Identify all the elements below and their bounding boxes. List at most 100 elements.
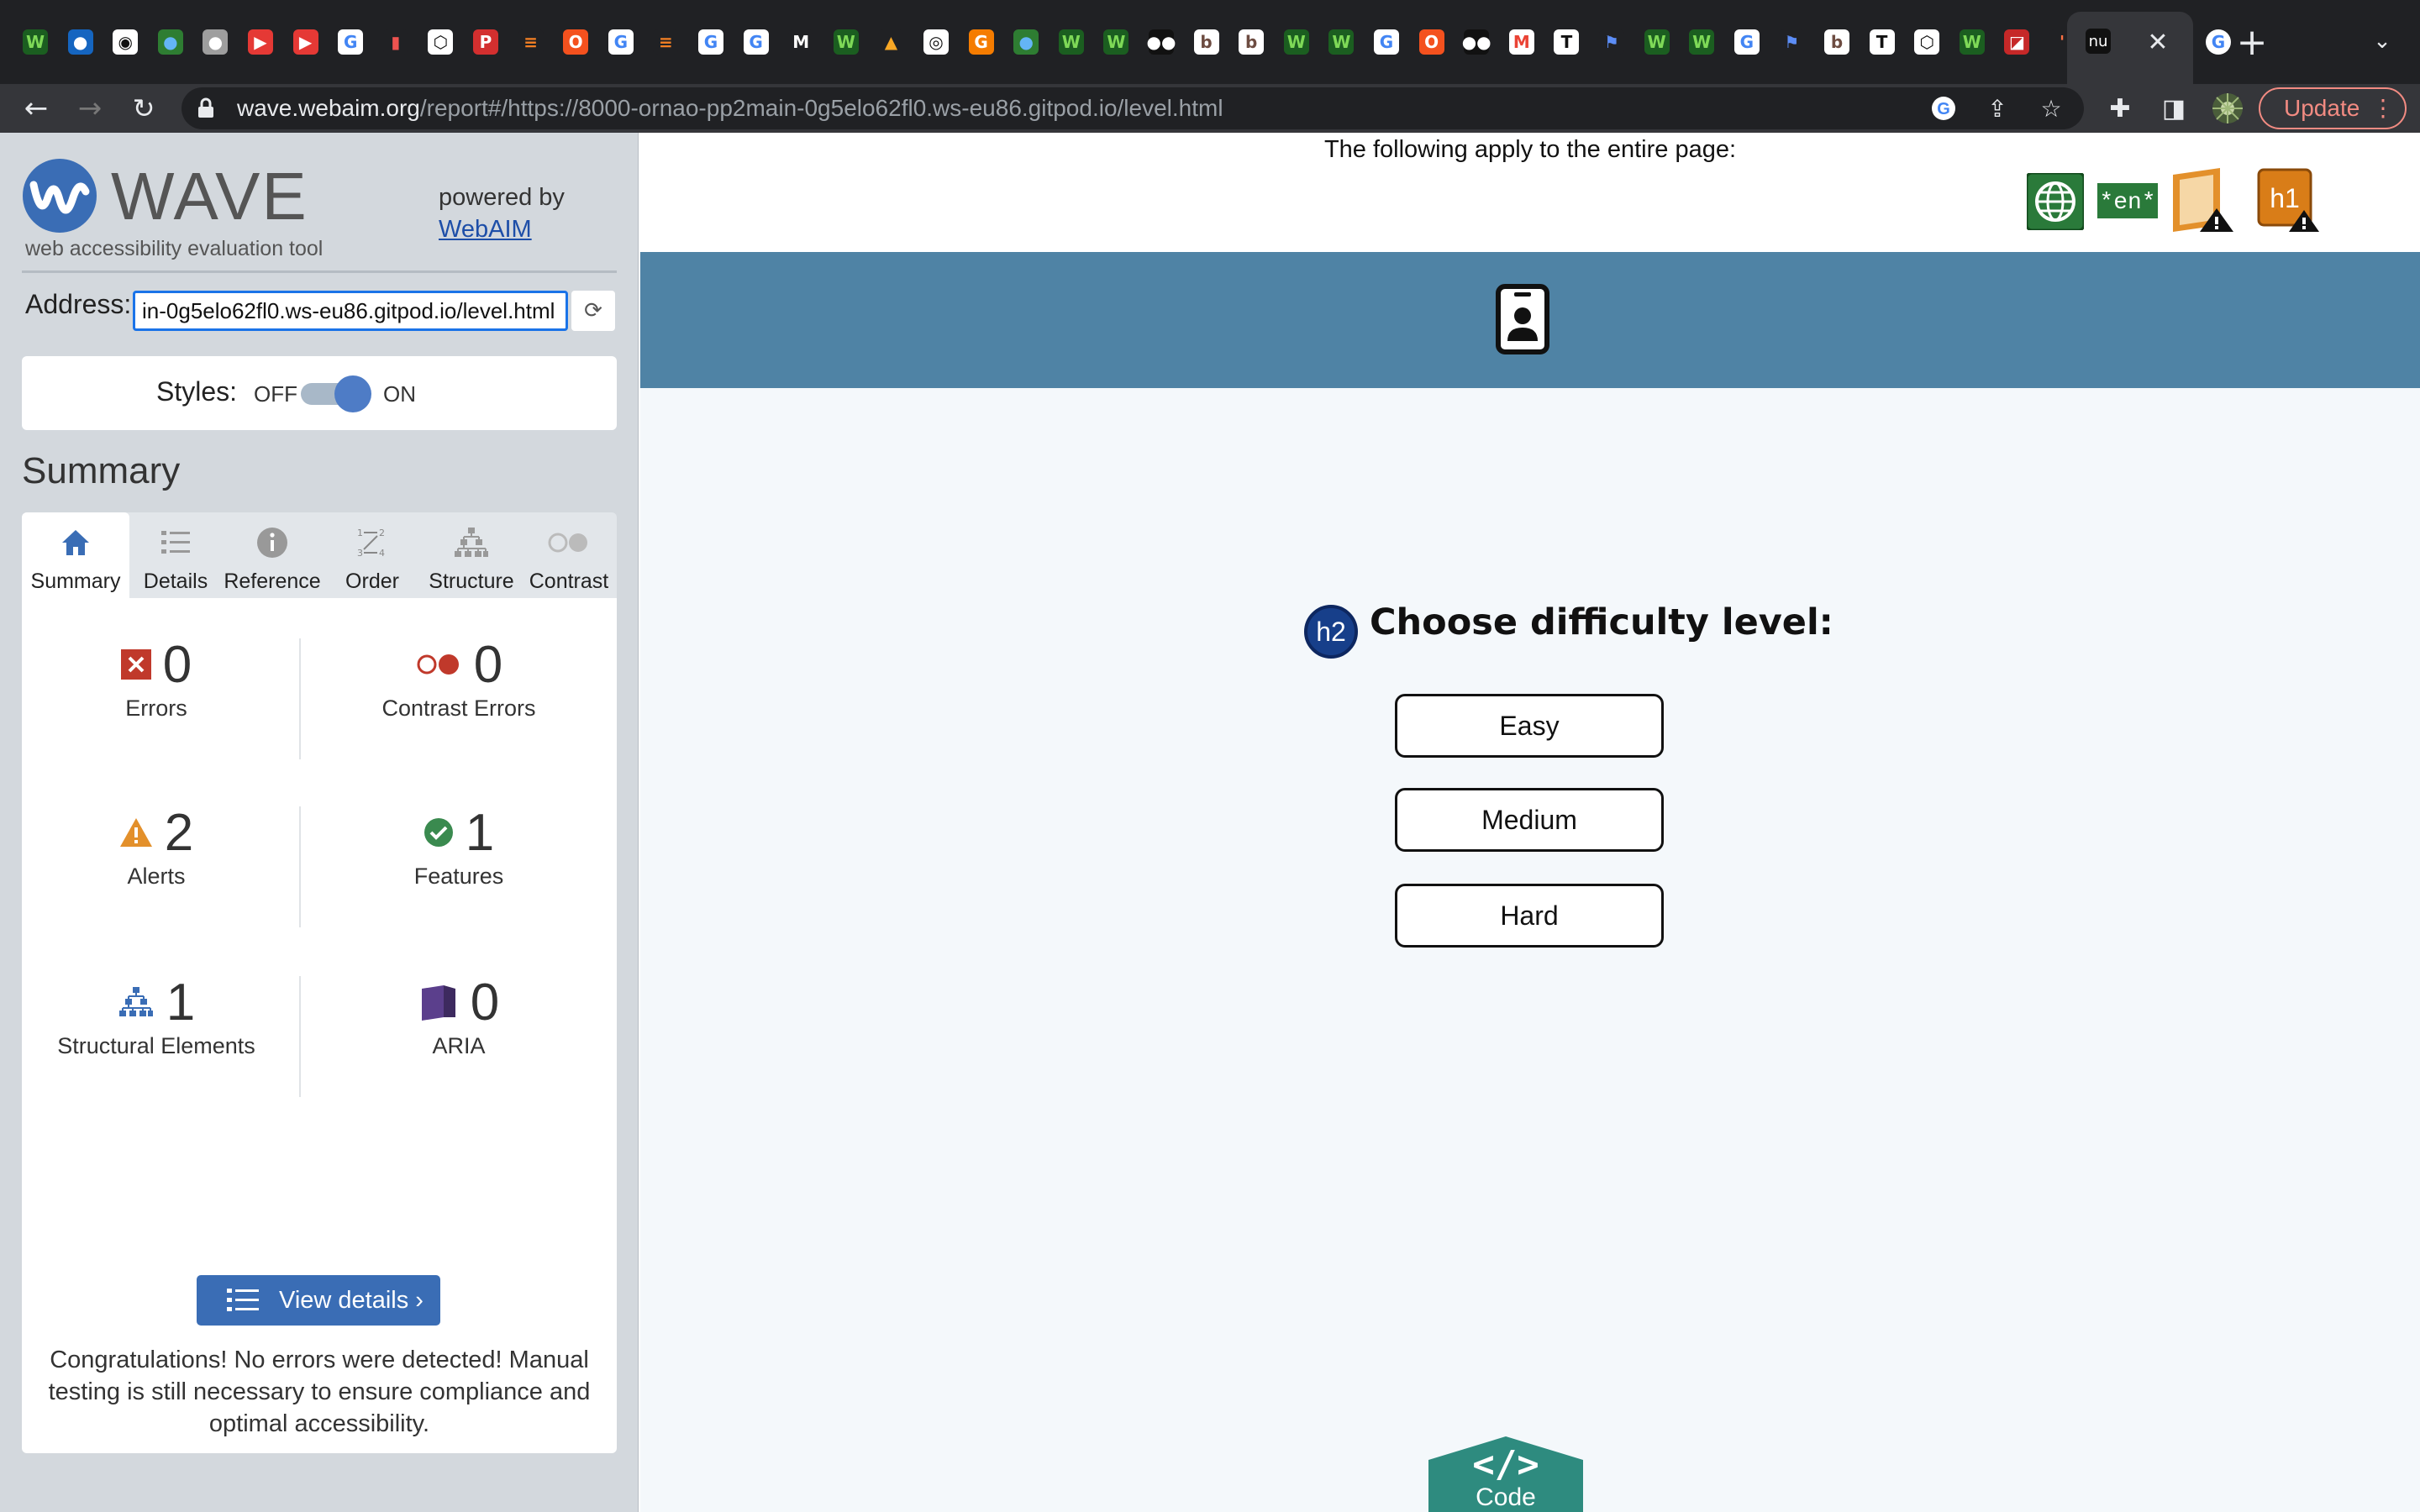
browser-tab-strip: W ● ◉ ● ● ▶ ▶ G ▮ ⬡ P ≡ O G ≡ G G M W ▲ ◎ G ● W W ●● b b W W G O ●● M T ⚑ W W… — [0, 0, 2420, 84]
code-toggle-button[interactable]: </> Code — [1428, 1436, 1583, 1512]
browser-tab[interactable]: ● — [57, 18, 104, 66]
tab-contrast[interactable]: Contrast — [521, 512, 617, 598]
browser-tab[interactable]: ⬡ — [417, 18, 464, 66]
browser-tab[interactable]: ●● — [1138, 18, 1185, 66]
styles-toggle-knob[interactable] — [334, 375, 371, 412]
browser-tab[interactable]: ◉ — [102, 18, 149, 66]
browser-tab[interactable]: ≡ — [508, 18, 555, 66]
tab-structure[interactable]: Structure — [422, 512, 521, 598]
contrast-errors-label: Contrast Errors — [381, 696, 536, 721]
h2-structure-badge[interactable]: h2 — [1304, 605, 1358, 659]
browser-tab[interactable]: G — [597, 18, 644, 66]
bookmark-star-icon[interactable]: ☆ — [2035, 92, 2067, 124]
extensions-puzzle-icon[interactable]: ✚ — [2099, 87, 2141, 129]
stat-features[interactable]: 1 Features — [324, 803, 593, 890]
stat-alerts[interactable]: 2 Alerts — [22, 803, 291, 890]
browser-tab[interactable]: G — [958, 18, 1005, 66]
easy-button[interactable]: Easy — [1395, 694, 1664, 758]
styles-toggle[interactable] — [301, 375, 371, 412]
back-arrow-icon[interactable]: ← — [15, 87, 57, 129]
browser-tab[interactable]: G — [687, 18, 734, 66]
tab-favicon-icon: ◉ — [113, 29, 139, 55]
h1-alert-icon[interactable]: h1 — [2257, 166, 2321, 234]
view-details-button[interactable]: View details › — [197, 1275, 440, 1326]
browser-tab[interactable]: ● — [147, 18, 194, 66]
stat-aria[interactable]: 0 ARIA — [324, 973, 593, 1059]
browser-tab[interactable]: ▮ — [372, 18, 419, 66]
browser-tab[interactable]: ▶ — [237, 18, 284, 66]
browser-tab[interactable]: G — [327, 18, 374, 66]
address-bar[interactable]: wave.webaim.org/report#/https://8000-orn… — [182, 87, 2084, 129]
language-globe-icon[interactable] — [2027, 173, 2084, 230]
tab-close-icon[interactable]: ✕ — [2139, 24, 2176, 60]
new-tab-button[interactable]: + — [2228, 18, 2275, 66]
tab-summary[interactable]: Summary — [22, 512, 129, 598]
browser-tab[interactable]: W — [1678, 18, 1725, 66]
tab-favicon-icon: G — [743, 29, 769, 55]
browser-tab[interactable]: W — [12, 18, 59, 66]
browser-tab[interactable]: M — [1498, 18, 1545, 66]
browser-tab[interactable]: T — [1543, 18, 1590, 66]
browser-tab[interactable]: W — [1048, 18, 1095, 66]
tab-favicon-icon: b — [1193, 29, 1219, 55]
browser-tab[interactable]: b — [1813, 18, 1860, 66]
tab-label: Contrast — [529, 570, 609, 593]
browser-tab[interactable]: W — [1273, 18, 1320, 66]
lang-badge-icon[interactable]: *en* — [2097, 183, 2158, 218]
browser-tab[interactable]: b — [1228, 18, 1275, 66]
browser-tab[interactable]: W — [1949, 18, 1996, 66]
forward-arrow-icon[interactable]: → — [69, 87, 111, 129]
browser-tab[interactable]: ▶ — [282, 18, 329, 66]
browser-tab[interactable]: W — [823, 18, 870, 66]
webaim-link[interactable]: WebAIM — [439, 216, 532, 243]
side-panel-icon[interactable]: ◨ — [2153, 87, 2195, 129]
styles-off-label: OFF — [254, 381, 297, 407]
browser-tab[interactable]: ≡ — [642, 18, 689, 66]
browser-tab[interactable]: ⚑ — [1588, 18, 1635, 66]
browser-tab[interactable]: b — [1183, 18, 1230, 66]
browser-tab[interactable]: W — [1634, 18, 1681, 66]
browser-tab[interactable]: M — [777, 18, 824, 66]
tab-search-chevron-icon[interactable]: ⌄ — [2361, 20, 2403, 62]
tab-details[interactable]: Details — [129, 512, 222, 598]
reload-icon[interactable]: ↻ — [123, 87, 165, 129]
active-tab[interactable]: nu ✕ — [2067, 12, 2193, 84]
tab-label: Reference — [224, 570, 321, 593]
browser-tab[interactable]: ◪ — [1993, 18, 2040, 66]
share-icon[interactable]: ⇪ — [1981, 92, 2013, 124]
page-title-alert-icon[interactable] — [2168, 166, 2235, 234]
update-button[interactable]: Update ⋮ — [2259, 87, 2407, 129]
tab-order[interactable]: 1 2 3 4 Order — [323, 512, 422, 598]
address-input[interactable]: in-0g5elo62fl0.ws-eu86.gitpod.io/level.h… — [133, 291, 568, 331]
browser-tab[interactable]: ● — [192, 18, 239, 66]
browser-tab[interactable]: P — [462, 18, 509, 66]
browser-tab[interactable]: ⬡ — [1903, 18, 1950, 66]
stat-contrast-errors[interactable]: 0 Contrast Errors — [324, 635, 593, 722]
hard-button[interactable]: Hard — [1395, 884, 1664, 948]
tab-favicon-icon: M — [1508, 29, 1534, 55]
browser-tab[interactable]: G — [1363, 18, 1410, 66]
browser-tab[interactable]: ▲ — [867, 18, 914, 66]
stat-structural-elements[interactable]: 1 Structural Elements — [22, 973, 291, 1059]
browser-tab[interactable]: O — [1408, 18, 1455, 66]
profile-avatar[interactable] — [2207, 87, 2249, 129]
refresh-icon[interactable]: ⟳ — [571, 291, 615, 331]
browser-tab[interactable]: G — [1723, 18, 1770, 66]
browser-tab[interactable]: O — [552, 18, 599, 66]
browser-tab[interactable]: T — [1859, 18, 1906, 66]
medium-button[interactable]: Medium — [1395, 788, 1664, 852]
stat-errors[interactable]: 0 Errors — [22, 635, 291, 722]
browser-tab[interactable]: G — [733, 18, 780, 66]
more-menu-icon[interactable]: ⋮ — [2371, 89, 2395, 128]
browser-tab[interactable]: W — [1092, 18, 1139, 66]
tab-favicon-icon: ▶ — [248, 29, 273, 55]
browser-tab[interactable]: ⚑ — [1768, 18, 1815, 66]
browser-tab[interactable]: ● — [1002, 18, 1050, 66]
errors-label: Errors — [125, 696, 187, 721]
browser-tab[interactable]: ◎ — [913, 18, 960, 66]
google-lens-icon[interactable]: G — [1928, 92, 1960, 124]
browser-tab[interactable]: ●● — [1453, 18, 1500, 66]
tab-reference[interactable]: Reference — [222, 512, 323, 598]
active-tab-favicon: nu — [2086, 29, 2111, 54]
browser-tab[interactable]: W — [1318, 18, 1365, 66]
